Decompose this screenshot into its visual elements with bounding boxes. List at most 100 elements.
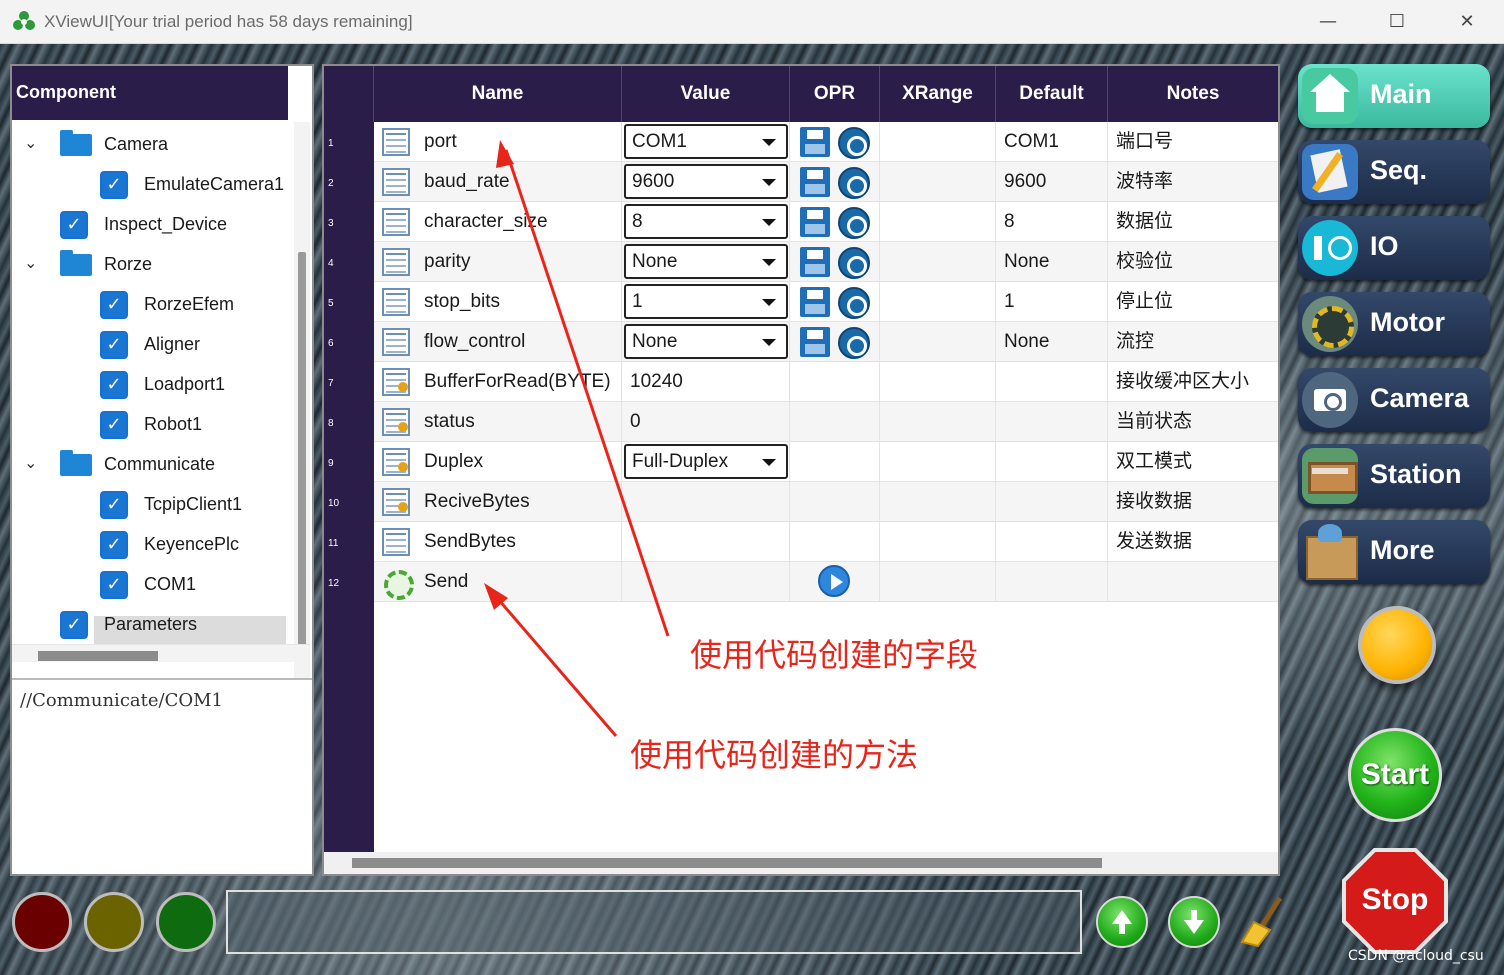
grid-row-baud-rate[interactable]: baud_rate 9600 9600 波特率 [374,162,1278,202]
value-cell[interactable]: None [622,322,790,362]
tree-node-communicate[interactable]: ⌄ Communicate [12,444,288,484]
save-icon[interactable] [800,207,830,237]
value-dropdown[interactable]: None [624,324,788,359]
value-dropdown[interactable]: 9600 [624,164,788,199]
save-icon[interactable] [800,247,830,277]
scrollbar-thumb[interactable] [352,858,1102,868]
scroll-up-button[interactable] [1096,896,1148,948]
dropdown-arrow-icon[interactable] [762,259,776,266]
value-cell[interactable]: 9600 [622,162,790,202]
tree-horizontal-scrollbar[interactable] [12,644,310,662]
start-button[interactable]: Start [1348,728,1442,822]
tree-node-robot1[interactable]: ✓ Robot1 [12,404,288,444]
opr-cell[interactable] [790,442,880,482]
grid-row-port[interactable]: port COM1 COM1 端口号 [374,122,1278,162]
minimize-button[interactable]: — [1314,8,1342,36]
nav-button-camera[interactable]: Camera [1298,368,1490,432]
tree-node-inspect-device[interactable]: ✓ Inspect_Device [12,204,288,244]
apply-icon[interactable] [838,327,870,359]
tree-node-com1[interactable]: ✓ COM1 [12,564,288,604]
opr-cell[interactable] [790,322,880,362]
clear-log-broom-icon[interactable] [1240,896,1286,948]
close-button[interactable]: ✕ [1453,8,1481,36]
opr-cell[interactable] [790,282,880,322]
checkbox-checked-icon[interactable]: ✓ [100,291,128,319]
value-dropdown[interactable]: 1 [624,284,788,319]
checkbox-checked-icon[interactable]: ✓ [100,571,128,599]
value-cell[interactable]: Full-Duplex [622,442,790,482]
dropdown-arrow-icon[interactable] [762,219,776,226]
value-cell[interactable] [622,562,790,602]
value-dropdown[interactable]: 8 [624,204,788,239]
chevron-down-icon[interactable]: ⌄ [24,253,37,272]
checkbox-checked-icon[interactable]: ✓ [100,491,128,519]
value-cell[interactable]: 1 [622,282,790,322]
grid-row-sendbytes[interactable]: SendBytes 发送数据 [374,522,1278,562]
save-icon[interactable] [800,167,830,197]
maximize-button[interactable]: ☐ [1383,8,1411,36]
grid-row-parity[interactable]: parity None None 校验位 [374,242,1278,282]
apply-icon[interactable] [838,247,870,279]
column-header-value[interactable]: Value [622,66,790,122]
value-dropdown[interactable]: None [624,244,788,279]
tree-node-rorzeefem[interactable]: ✓ RorzeEfem [12,284,288,324]
checkbox-checked-icon[interactable]: ✓ [100,171,128,199]
grid-row-flow-control[interactable]: flow_control None None 流控 [374,322,1278,362]
value-dropdown[interactable]: COM1 [624,124,788,159]
tree-node-aligner[interactable]: ✓ Aligner [12,324,288,364]
value-cell[interactable]: 8 [622,202,790,242]
grid-row-character-size[interactable]: character_size 8 8 数据位 [374,202,1278,242]
grid-row-bufferforread-byte[interactable]: BufferForRead(BYTE) 10240 接收缓冲区大小 [374,362,1278,402]
opr-cell[interactable] [790,202,880,242]
grid-row-send[interactable]: Send [374,562,1278,602]
value-cell[interactable] [622,482,790,522]
value-dropdown[interactable]: Full-Duplex [624,444,788,479]
column-header-opr[interactable]: OPR [790,66,880,122]
apply-icon[interactable] [838,287,870,319]
nav-button-station[interactable]: Station [1298,444,1490,508]
grid-row-status[interactable]: status 0 当前状态 [374,402,1278,442]
grid-row-recivebytes[interactable]: ReciveBytes 接收数据 [374,482,1278,522]
value-cell[interactable]: 10240 [622,362,790,402]
chevron-down-icon[interactable]: ⌄ [24,133,37,152]
checkbox-checked-icon[interactable]: ✓ [100,411,128,439]
opr-cell[interactable] [790,362,880,402]
save-icon[interactable] [800,127,830,157]
nav-button-motor[interactable]: Motor [1298,292,1490,356]
column-header-notes[interactable]: Notes [1108,66,1278,122]
tree-node-camera[interactable]: ⌄ Camera [12,124,288,164]
nav-button-io[interactable]: IO [1298,216,1490,280]
tree-node-loadport1[interactable]: ✓ Loadport1 [12,364,288,404]
nav-button-main[interactable]: Main [1298,64,1490,128]
tree-node-parameters[interactable]: ✓ Parameters [12,604,288,644]
dropdown-arrow-icon[interactable] [762,139,776,146]
checkbox-checked-icon[interactable]: ✓ [60,211,88,239]
column-header-default[interactable]: Default [996,66,1108,122]
value-cell[interactable] [622,522,790,562]
dropdown-arrow-icon[interactable] [762,299,776,306]
grid-horizontal-scrollbar[interactable] [324,852,1278,874]
dropdown-arrow-icon[interactable] [762,339,776,346]
opr-cell[interactable] [790,242,880,282]
execute-play-icon[interactable] [818,565,850,597]
opr-cell[interactable] [790,122,880,162]
apply-icon[interactable] [838,167,870,199]
apply-icon[interactable] [838,127,870,159]
opr-cell[interactable] [790,482,880,522]
tree-vertical-scrollbar[interactable] [294,122,310,702]
save-icon[interactable] [800,287,830,317]
dropdown-arrow-icon[interactable] [762,179,776,186]
scrollbar-thumb[interactable] [38,651,158,661]
value-cell[interactable]: COM1 [622,122,790,162]
grid-row-duplex[interactable]: Duplex Full-Duplex 双工模式 [374,442,1278,482]
checkbox-checked-icon[interactable]: ✓ [60,611,88,639]
checkbox-checked-icon[interactable]: ✓ [100,331,128,359]
opr-cell[interactable] [790,562,880,602]
nav-button-more[interactable]: More [1298,520,1490,584]
opr-cell[interactable] [790,162,880,202]
save-icon[interactable] [800,327,830,357]
column-header-name[interactable]: Name [374,66,622,122]
scrollbar-thumb[interactable] [298,252,306,652]
checkbox-checked-icon[interactable]: ✓ [100,371,128,399]
checkbox-checked-icon[interactable]: ✓ [100,531,128,559]
